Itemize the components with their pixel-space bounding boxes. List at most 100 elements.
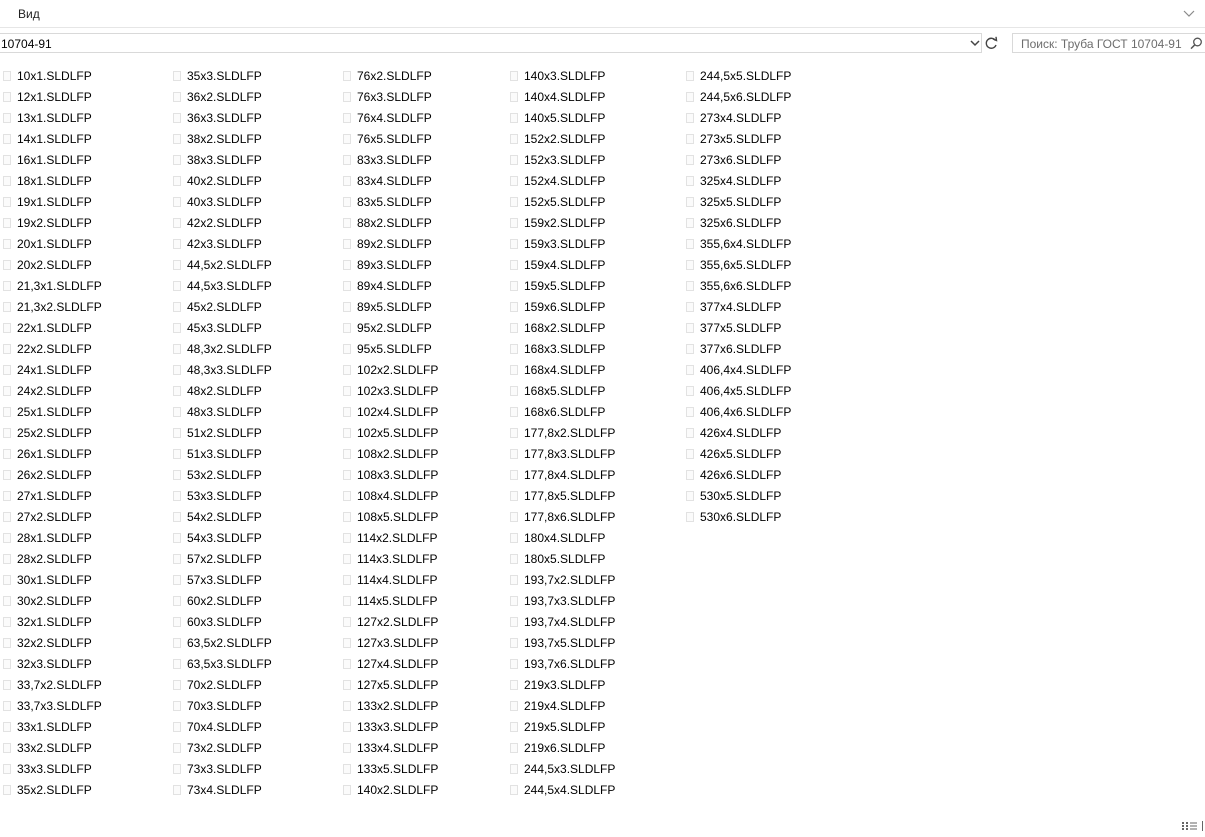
file-item[interactable]: 25x2.SLDLFP [0,423,165,444]
file-item[interactable]: 406,4x4.SLDLFP [683,360,848,381]
chevron-down-icon[interactable] [968,36,982,50]
file-item[interactable]: 83x5.SLDLFP [340,192,505,213]
file-item[interactable]: 19x2.SLDLFP [0,213,165,234]
file-item[interactable]: 36x3.SLDLFP [170,108,335,129]
file-item[interactable]: 48,3x2.SLDLFP [170,339,335,360]
file-item[interactable]: 273x6.SLDLFP [683,150,848,171]
file-item[interactable]: 159x6.SLDLFP [507,297,672,318]
file-item[interactable]: 159x4.SLDLFP [507,255,672,276]
file-item[interactable]: 63,5x2.SLDLFP [170,633,335,654]
file-item[interactable]: 133x2.SLDLFP [340,696,505,717]
file-item[interactable]: 13x1.SLDLFP [0,108,165,129]
file-item[interactable]: 133x5.SLDLFP [340,759,505,780]
file-item[interactable]: 168x3.SLDLFP [507,339,672,360]
file-item[interactable]: 45x3.SLDLFP [170,318,335,339]
file-item[interactable]: 44,5x2.SLDLFP [170,255,335,276]
file-item[interactable]: 40x3.SLDLFP [170,192,335,213]
file-item[interactable]: 140x4.SLDLFP [507,87,672,108]
file-item[interactable]: 193,7x4.SLDLFP [507,612,672,633]
file-item[interactable]: 177,8x6.SLDLFP [507,507,672,528]
file-item[interactable]: 26x2.SLDLFP [0,465,165,486]
file-item[interactable]: 177,8x5.SLDLFP [507,486,672,507]
file-item[interactable]: 168x6.SLDLFP [507,402,672,423]
file-item[interactable]: 48x3.SLDLFP [170,402,335,423]
file-item[interactable]: 44,5x3.SLDLFP [170,276,335,297]
file-item[interactable]: 177,8x2.SLDLFP [507,423,672,444]
file-item[interactable]: 88x2.SLDLFP [340,213,505,234]
file-item[interactable]: 180x4.SLDLFP [507,528,672,549]
file-item[interactable]: 244,5x4.SLDLFP [507,780,672,801]
file-item[interactable]: 42x2.SLDLFP [170,213,335,234]
file-item[interactable]: 53x3.SLDLFP [170,486,335,507]
address-bar[interactable]: 10704-91 [0,33,982,53]
file-item[interactable]: 12x1.SLDLFP [0,87,165,108]
file-item[interactable]: 140x2.SLDLFP [340,780,505,801]
file-item[interactable]: 127x2.SLDLFP [340,612,505,633]
file-item[interactable]: 325x4.SLDLFP [683,171,848,192]
file-item[interactable]: 193,7x6.SLDLFP [507,654,672,675]
file-item[interactable]: 426x4.SLDLFP [683,423,848,444]
file-item[interactable]: 127x4.SLDLFP [340,654,505,675]
file-item[interactable]: 32x1.SLDLFP [0,612,165,633]
file-item[interactable]: 83x3.SLDLFP [340,150,505,171]
file-item[interactable]: 108x3.SLDLFP [340,465,505,486]
file-item[interactable]: 114x5.SLDLFP [340,591,505,612]
search-input[interactable]: Поиск: Труба ГОСТ 10704-91 [1012,33,1205,53]
file-item[interactable]: 70x3.SLDLFP [170,696,335,717]
file-item[interactable]: 168x5.SLDLFP [507,381,672,402]
file-item[interactable]: 73x4.SLDLFP [170,780,335,801]
file-item[interactable]: 76x2.SLDLFP [340,66,505,87]
file-item[interactable]: 114x4.SLDLFP [340,570,505,591]
file-item[interactable]: 18x1.SLDLFP [0,171,165,192]
file-item[interactable]: 219x4.SLDLFP [507,696,672,717]
file-item[interactable]: 193,7x5.SLDLFP [507,633,672,654]
file-item[interactable]: 33,7x2.SLDLFP [0,675,165,696]
file-item[interactable]: 406,4x6.SLDLFP [683,402,848,423]
file-item[interactable]: 159x2.SLDLFP [507,213,672,234]
file-item[interactable]: 26x1.SLDLFP [0,444,165,465]
file-item[interactable]: 114x3.SLDLFP [340,549,505,570]
file-item[interactable]: 377x6.SLDLFP [683,339,848,360]
file-item[interactable]: 51x3.SLDLFP [170,444,335,465]
file-item[interactable]: 140x3.SLDLFP [507,66,672,87]
file-item[interactable]: 16x1.SLDLFP [0,150,165,171]
file-item[interactable]: 76x4.SLDLFP [340,108,505,129]
file-item[interactable]: 273x5.SLDLFP [683,129,848,150]
file-item[interactable]: 244,5x3.SLDLFP [507,759,672,780]
file-item[interactable]: 530x5.SLDLFP [683,486,848,507]
file-item[interactable]: 21,3x1.SLDLFP [0,276,165,297]
file-item[interactable]: 177,8x3.SLDLFP [507,444,672,465]
file-item[interactable]: 76x3.SLDLFP [340,87,505,108]
file-item[interactable]: 355,6x5.SLDLFP [683,255,848,276]
file-item[interactable]: 40x2.SLDLFP [170,171,335,192]
file-item[interactable]: 108x5.SLDLFP [340,507,505,528]
chevron-down-icon[interactable] [1182,6,1196,20]
file-item[interactable]: 33x1.SLDLFP [0,717,165,738]
file-item[interactable]: 33x2.SLDLFP [0,738,165,759]
file-item[interactable]: 57x2.SLDLFP [170,549,335,570]
file-item[interactable]: 35x2.SLDLFP [0,780,165,801]
file-item[interactable]: 219x3.SLDLFP [507,675,672,696]
file-item[interactable]: 19x1.SLDLFP [0,192,165,213]
file-item[interactable]: 102x3.SLDLFP [340,381,505,402]
file-item[interactable]: 530x6.SLDLFP [683,507,848,528]
file-item[interactable]: 33,7x3.SLDLFP [0,696,165,717]
file-item[interactable]: 83x4.SLDLFP [340,171,505,192]
file-item[interactable]: 57x3.SLDLFP [170,570,335,591]
file-item[interactable]: 10x1.SLDLFP [0,66,165,87]
file-item[interactable]: 14x1.SLDLFP [0,129,165,150]
file-item[interactable]: 127x3.SLDLFP [340,633,505,654]
file-item[interactable]: 73x3.SLDLFP [170,759,335,780]
file-item[interactable]: 152x4.SLDLFP [507,171,672,192]
file-item[interactable]: 27x2.SLDLFP [0,507,165,528]
file-item[interactable]: 24x2.SLDLFP [0,381,165,402]
file-item[interactable]: 20x2.SLDLFP [0,255,165,276]
file-item[interactable]: 63,5x3.SLDLFP [170,654,335,675]
file-item[interactable]: 177,8x4.SLDLFP [507,465,672,486]
file-item[interactable]: 95x2.SLDLFP [340,318,505,339]
address-path[interactable]: 10704-91 [1,37,52,51]
file-item[interactable]: 426x6.SLDLFP [683,465,848,486]
file-item[interactable]: 140x5.SLDLFP [507,108,672,129]
file-item[interactable]: 36x2.SLDLFP [170,87,335,108]
file-item[interactable]: 27x1.SLDLFP [0,486,165,507]
